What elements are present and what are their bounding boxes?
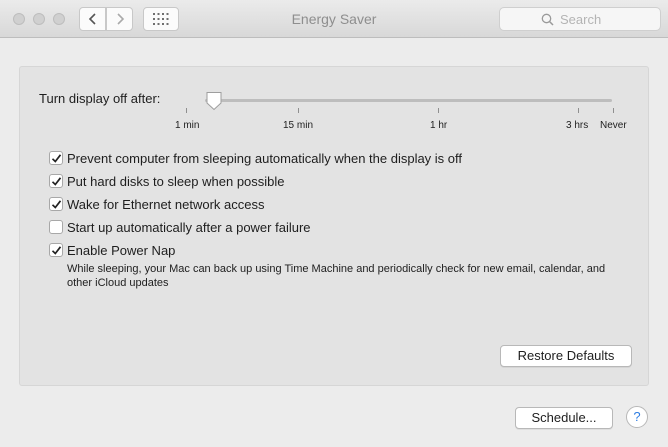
tick-label-1-hr: 1 hr	[430, 120, 448, 131]
tick-label-3-hrs: 3 hrs	[566, 120, 589, 131]
checkmark-icon	[51, 177, 62, 186]
checkmark-icon	[51, 200, 62, 209]
wake-ethernet-label[interactable]: Wake for Ethernet network access	[67, 197, 265, 212]
checkmark-icon	[51, 246, 62, 255]
prevent-sleep-checkbox[interactable]	[49, 151, 63, 165]
search-icon	[541, 13, 554, 26]
power-nap-label[interactable]: Enable Power Nap	[67, 243, 175, 258]
search-field[interactable]: Search	[499, 7, 661, 31]
tick-label-1-min: 1 min	[175, 120, 200, 131]
disk-sleep-label[interactable]: Put hard disks to sleep when possible	[67, 174, 285, 189]
tick-label-never: Never	[600, 120, 627, 131]
prevent-sleep-label[interactable]: Prevent computer from sleeping automatic…	[67, 151, 462, 166]
restore-defaults-button[interactable]: Restore Defaults	[500, 345, 632, 367]
slider-tick	[613, 108, 614, 113]
display-sleep-slider-thumb[interactable]	[205, 91, 223, 111]
power-nap-description: While sleeping, your Mac can back up usi…	[67, 263, 606, 289]
schedule-button[interactable]: Schedule...	[515, 407, 613, 429]
search-placeholder: Search	[560, 12, 602, 27]
disk-sleep-checkbox[interactable]	[49, 174, 63, 188]
power-nap-checkbox[interactable]	[49, 243, 63, 257]
slider-tick	[578, 108, 579, 113]
startup-power-failure-label[interactable]: Start up automatically after a power fai…	[67, 220, 311, 235]
tick-label-15-min: 15 min	[283, 120, 314, 131]
checkmark-icon	[51, 154, 62, 163]
wake-ethernet-checkbox[interactable]	[49, 197, 63, 211]
display-sleep-label: Turn display off after:	[39, 91, 161, 106]
help-button[interactable]: ?	[626, 406, 648, 428]
slider-tick	[186, 108, 187, 113]
startup-power-failure-checkbox[interactable]	[49, 220, 63, 234]
slider-tick	[298, 108, 299, 113]
display-sleep-slider-track[interactable]	[205, 99, 612, 102]
title-bar: Energy Saver Search	[0, 0, 668, 38]
slider-tick	[438, 108, 439, 113]
